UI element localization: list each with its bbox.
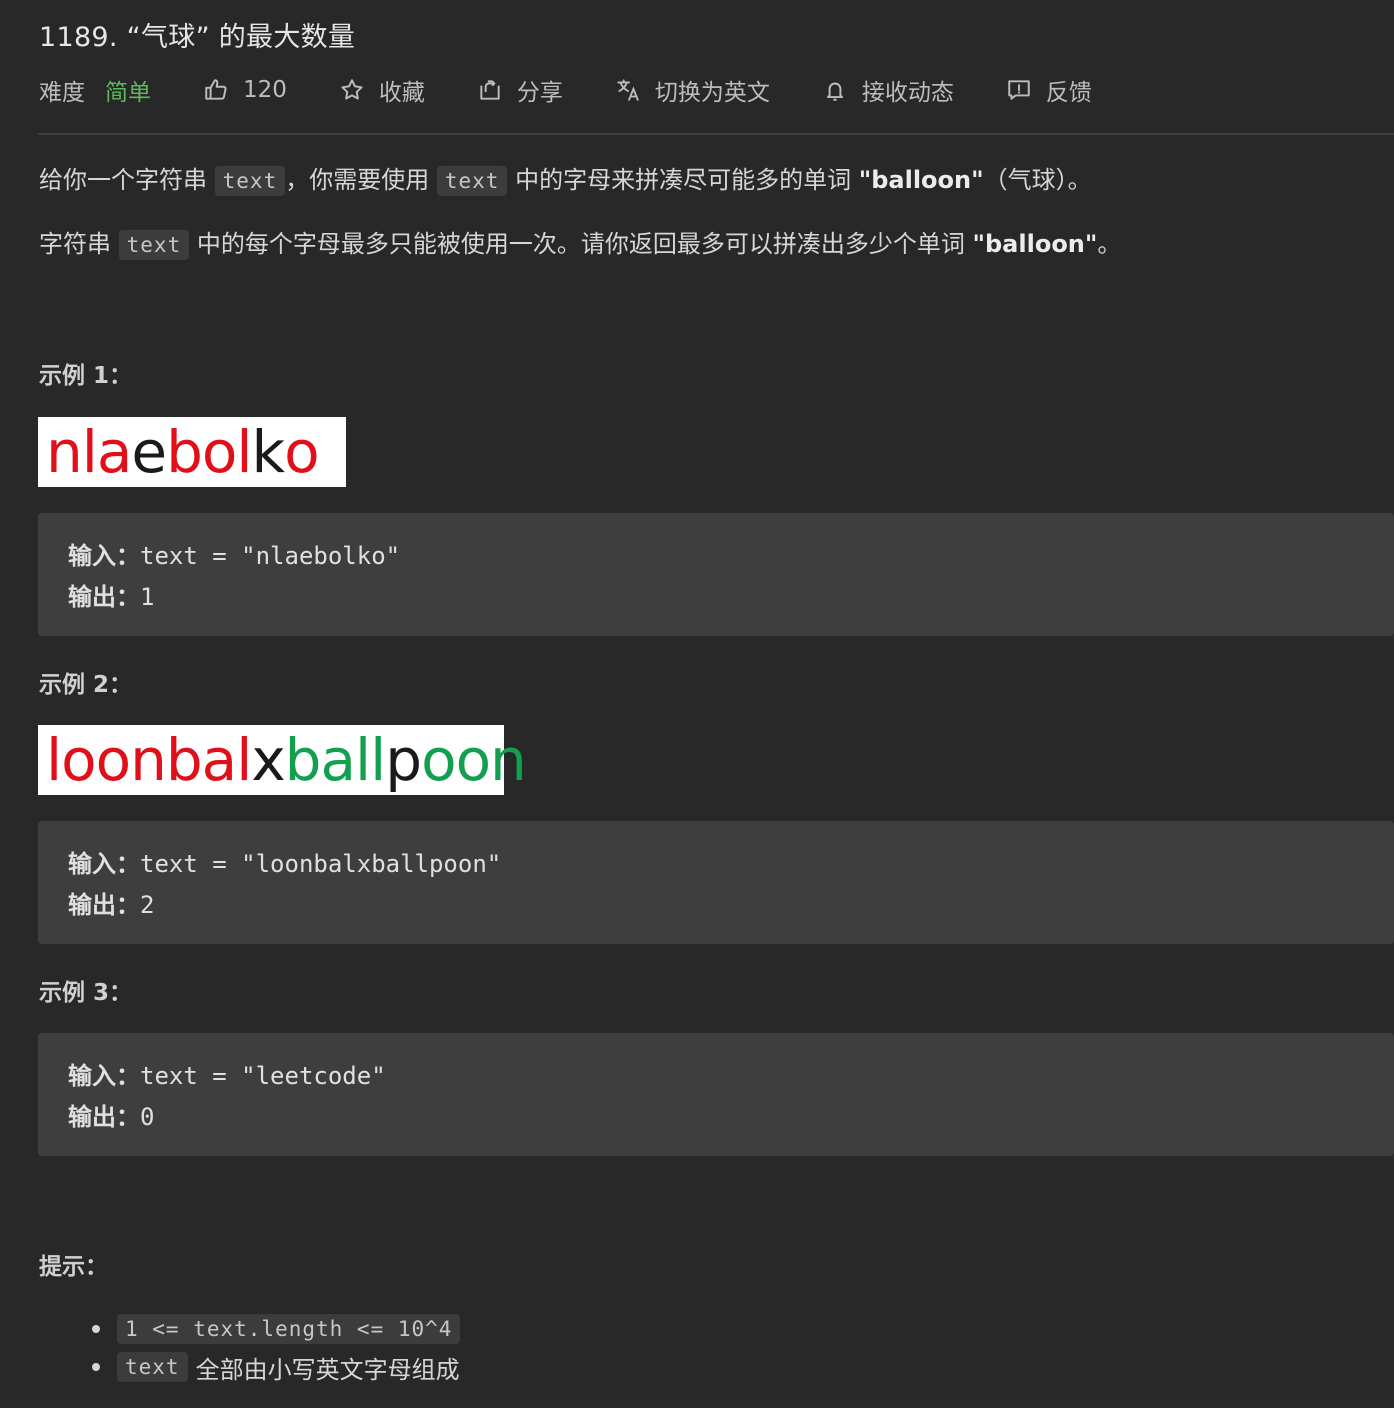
bold-word: "balloon"	[972, 230, 1098, 258]
subscribe-label: 接收动态	[861, 80, 954, 106]
example-3-heading: 示例 3：	[39, 980, 133, 1006]
desc-text: ，你需要使用	[285, 166, 430, 194]
example-output-line: 输出：0	[68, 1097, 154, 1132]
output-value: 1	[140, 583, 155, 611]
image-letter-segment: bol	[166, 418, 252, 486]
desc-text: 。	[1097, 230, 1122, 258]
image-letter-segment: nla	[46, 418, 132, 486]
output-label: 输出：	[68, 583, 140, 611]
favorite-label: 收藏	[378, 80, 425, 106]
desc-text: 给你一个字符串	[39, 166, 207, 194]
input-value: text = "nlaebolko"	[140, 542, 401, 570]
inline-code: text	[118, 230, 190, 260]
output-value: 2	[140, 891, 155, 919]
problem-meta-bar: 难度 简单 120 收藏 分享 切换为英文 接收动态 反馈	[39, 70, 1144, 110]
hint-text: 全部由小写英文字母组成	[195, 1355, 460, 1384]
subscribe-button[interactable]: 接收动态	[822, 73, 954, 107]
bell-icon	[826, 82, 843, 101]
image-letter-segment: o	[284, 418, 319, 486]
feedback-label: 反馈	[1045, 80, 1092, 106]
translate-label: 切换为英文	[654, 80, 770, 106]
feedback-icon	[1008, 80, 1030, 100]
feedback-button[interactable]: 反馈	[1006, 73, 1092, 107]
example-output-line: 输出：2	[68, 885, 154, 920]
difficulty-label: 难度	[39, 80, 85, 106]
share-icon	[480, 80, 500, 100]
image-letter-segment: k	[251, 418, 286, 486]
example-input-line: 输入：text = "loonbalxballpoon"	[68, 844, 501, 879]
example-1-heading: 示例 1：	[39, 363, 133, 389]
output-label: 输出：	[68, 891, 140, 919]
hints-list: 1 <= text.length <= 10^4 text 全部由小写英文字母组…	[92, 1310, 461, 1386]
list-item: text 全部由小写英文字母组成	[92, 1348, 460, 1386]
star-icon	[341, 79, 363, 100]
bullet	[92, 1325, 100, 1333]
difficulty-badge: 简单	[105, 80, 151, 106]
image-letter-segment: e	[131, 418, 167, 486]
share-label: 分享	[516, 80, 563, 106]
thumbs-up-icon	[205, 79, 227, 100]
share-button[interactable]: 分享	[477, 73, 563, 107]
image-letter-segment: ball	[284, 726, 387, 794]
output-label: 输出：	[68, 1103, 140, 1131]
input-label: 输入：	[68, 542, 140, 570]
translate-button[interactable]: 切换为英文	[615, 73, 770, 107]
bullet	[92, 1363, 100, 1371]
inline-code: 1 <= text.length <= 10^4	[117, 1314, 461, 1344]
example-2-heading: 示例 2：	[39, 672, 133, 698]
description-paragraph-1: 给你一个字符串 text ，你需要使用 text 中的字母来拼凑尽可能多的单词 "…	[39, 160, 1092, 196]
like-button[interactable]: 120	[203, 77, 287, 103]
bold-word: "balloon"	[858, 166, 984, 194]
example-input-line: 输入：text = "leetcode"	[68, 1056, 386, 1091]
input-value: text = "leetcode"	[140, 1062, 386, 1090]
inline-code: text	[117, 1352, 188, 1382]
inline-code: text	[436, 166, 508, 196]
hints-heading: 提示：	[39, 1254, 108, 1280]
desc-text: （气球）。	[983, 166, 1092, 194]
divider	[38, 133, 1394, 135]
input-label: 输入：	[68, 1062, 140, 1090]
list-item: 1 <= text.length <= 10^4	[92, 1310, 461, 1348]
image-letter-segment: oon	[421, 726, 527, 794]
input-value: text = "loonbalxballpoon"	[140, 850, 502, 878]
example-output-line: 输出：1	[68, 577, 154, 612]
description-paragraph-2: 字符串 text 中的每个字母最多只能被使用一次。请你返回最多可以拼凑出多少个单…	[39, 224, 1122, 260]
example-2-image: loonbal x ball p oon	[38, 725, 527, 795]
example-1-image: nla e bol k o	[38, 417, 346, 487]
desc-text: 字符串	[39, 230, 111, 258]
desc-text: 中的每个字母最多只能被使用一次。请你返回最多可以拼凑出多少个单词	[196, 230, 965, 258]
translate-icon	[617, 79, 639, 101]
inline-code: text	[214, 166, 286, 196]
input-label: 输入：	[68, 850, 140, 878]
desc-text: 中的字母来拼凑尽可能多的单词	[515, 166, 852, 194]
image-letter-segment: x	[251, 726, 285, 794]
example-2-code-block: 输入：text = "loonbalxballpoon" 输出：2	[38, 821, 1394, 944]
like-count: 120	[243, 77, 287, 103]
problem-title: 1189. “气球” 的最大数量	[39, 22, 356, 53]
example-1-code-block: 输入：text = "nlaebolko" 输出：1	[38, 513, 1394, 636]
favorite-button[interactable]: 收藏	[339, 73, 425, 107]
image-letter-segment: loonbal	[46, 726, 252, 794]
output-value: 0	[140, 1103, 155, 1131]
image-letter-segment: p	[385, 726, 422, 794]
example-input-line: 输入：text = "nlaebolko"	[68, 536, 400, 571]
example-3-code-block: 输入：text = "leetcode" 输出：0	[38, 1033, 1394, 1156]
